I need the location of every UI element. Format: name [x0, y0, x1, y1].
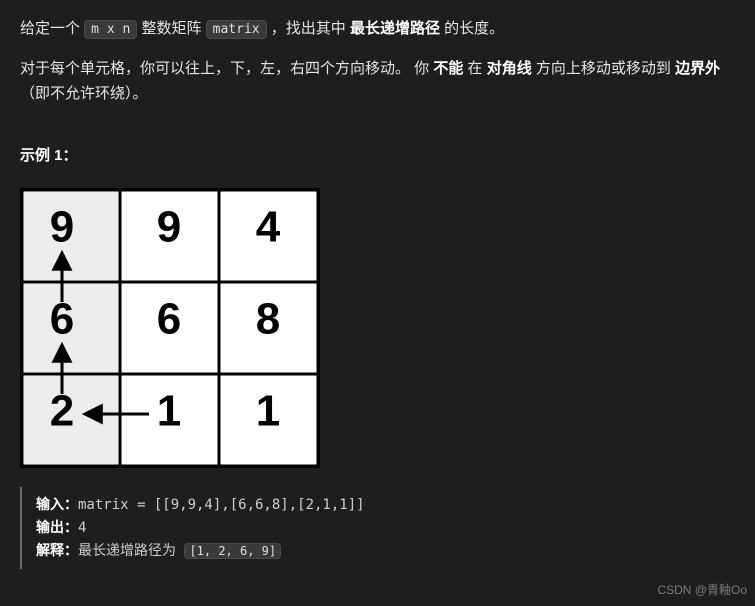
explain-code: [1, 2, 6, 9]: [184, 543, 281, 559]
desc-text-4: （即不允许环绕）。: [20, 85, 148, 102]
desc-bold-boundary: 边界外: [675, 60, 720, 77]
grid-cell-1-1: 6: [157, 295, 181, 344]
intro-text-1: 给定一个: [20, 20, 84, 37]
problem-description: 对于每个单元格，你可以往上，下，左，右四个方向移动。 你 不能 在 对角线 方向…: [20, 56, 735, 107]
grid-cell-0-2: 4: [256, 203, 281, 252]
code-matrix: matrix: [206, 20, 267, 39]
output-line: 输出：4: [36, 516, 721, 539]
input-value: matrix = [[9,9,4],[6,6,8],[2,1,1]]: [78, 497, 365, 513]
intro-bold-path: 最长递增路径: [350, 20, 440, 37]
explain-text: 最长递增路径为: [78, 543, 184, 559]
explain-label: 解释：: [36, 542, 78, 558]
input-label: 输入：: [36, 496, 78, 512]
intro-text-3: ，找出其中: [267, 20, 350, 37]
desc-text-1: 对于每个单元格，你可以往上，下，左，右四个方向移动。 你: [20, 60, 433, 77]
intro-text-4: 的长度。: [440, 20, 504, 37]
input-line: 输入：matrix = [[9,9,4],[6,6,8],[2,1,1]]: [36, 493, 721, 516]
grid-cell-0-1: 9: [157, 203, 181, 252]
desc-text-2: 在: [463, 60, 486, 77]
desc-text-3: 方向上移动或移动到: [532, 60, 675, 77]
explain-line: 解释：最长递增路径为 [1, 2, 6, 9]: [36, 539, 721, 562]
grid-cell-0-0: 9: [50, 203, 74, 252]
example-io-block: 输入：matrix = [[9,9,4],[6,6,8],[2,1,1]] 输出…: [20, 487, 735, 569]
grid-cell-2-1: 1: [157, 387, 181, 436]
code-m-x-n: m x n: [84, 20, 137, 39]
example-title: 示例 1：: [20, 143, 735, 169]
grid-cell-1-2: 8: [256, 295, 280, 344]
output-value: 4: [78, 520, 86, 536]
output-label: 输出：: [36, 519, 78, 535]
grid-cell-2-2: 1: [256, 387, 280, 436]
problem-intro: 给定一个 m x n 整数矩阵 matrix ，找出其中 最长递增路径 的长度。: [20, 16, 735, 42]
example-grid-image: 9 9 4 6 6 8 2 1 1: [20, 188, 320, 468]
watermark: CSDN @青釉Oo: [657, 580, 747, 600]
desc-bold-cannot: 不能: [433, 60, 463, 77]
intro-text-2: 整数矩阵: [137, 20, 205, 37]
desc-bold-diagonal: 对角线: [487, 60, 532, 77]
